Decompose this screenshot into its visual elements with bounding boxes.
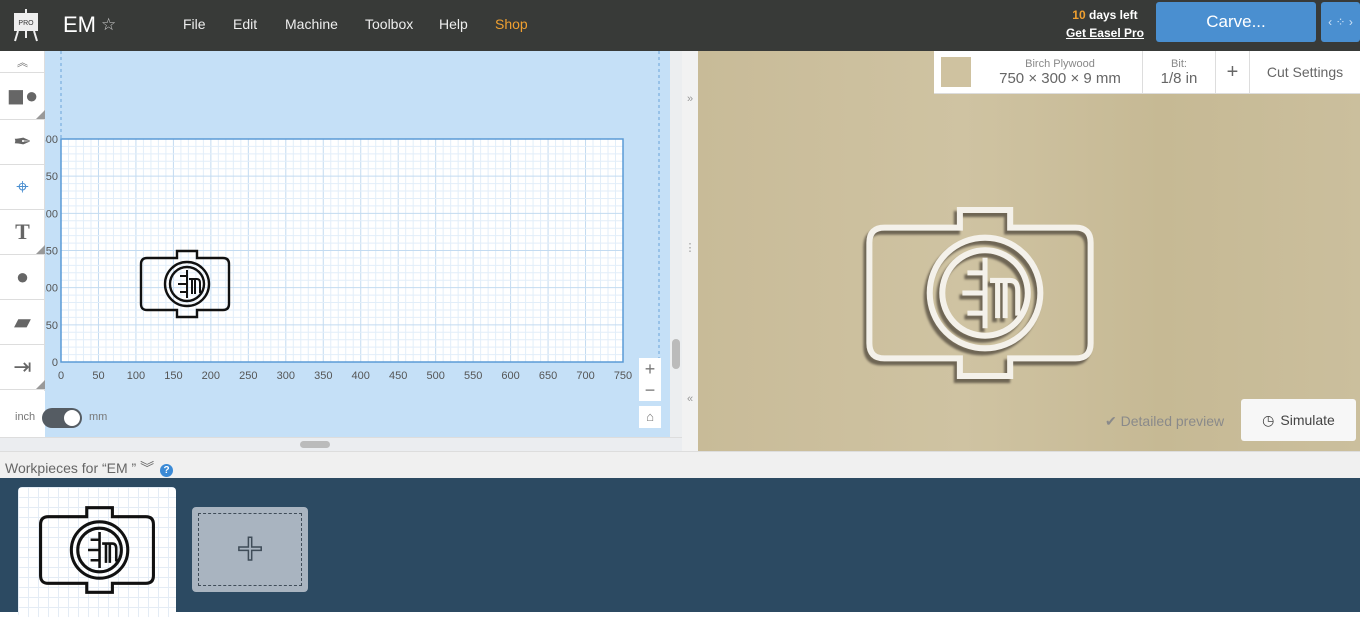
material-selector[interactable]: Birch Plywood 750 × 300 × 9 mm (978, 51, 1143, 93)
x-tick-label: 300 (277, 370, 295, 382)
menu-help[interactable]: Help (439, 16, 468, 32)
machine-jog-button[interactable]: ‹ ⁘ › (1321, 2, 1360, 42)
zoom-out-button[interactable]: − (639, 379, 661, 401)
material-bar: Birch Plywood 750 × 300 × 9 mm Bit: 1/8 in… (934, 51, 1360, 94)
material-swatch[interactable] (934, 51, 978, 93)
arrows-icon: ‹ ⁘ › (1328, 15, 1353, 29)
em-logo-design[interactable] (139, 249, 231, 319)
em-logo-preview (864, 205, 1096, 381)
x-tick-label: 100 (127, 370, 145, 382)
target-icon[interactable]: ⌖ (0, 165, 45, 210)
scroll-thumb[interactable] (300, 441, 330, 448)
unit-toggle[interactable] (42, 408, 82, 428)
trial-suffix: days left (1085, 8, 1138, 22)
x-tick-label: 400 (352, 370, 370, 382)
detailed-preview-toggle[interactable]: ✔ Detailed preview (1105, 413, 1224, 430)
design-grid[interactable]: 0 50 100 150 200 250 300 350 400 450 500 550 600 650 7… (45, 51, 670, 437)
text-icon[interactable]: T (0, 210, 45, 255)
detailed-preview-label: Detailed preview (1120, 413, 1225, 429)
workpieces-header: Workpieces for “EM ” ︾? (0, 451, 1360, 478)
expand-right-icon[interactable]: » (682, 93, 698, 105)
star-icon[interactable]: ☆ (101, 15, 116, 35)
trial-status: 10 days left (1060, 8, 1150, 22)
x-tick-label: 700 (576, 370, 594, 382)
x-tick-label: 650 (539, 370, 557, 382)
clock-icon: ◷ (1262, 411, 1275, 428)
tool-sidebar: ︽ ◼● ✒ ⌖ T ● ▰ ⇥ (0, 51, 45, 391)
carve-button[interactable]: Carve... (1156, 2, 1316, 42)
drag-handle-icon[interactable]: ⋮ (682, 241, 698, 254)
workpiece-thumbnail[interactable] (18, 487, 176, 617)
get-easel-pro-link[interactable]: Get Easel Pro (1060, 26, 1150, 40)
panel-divider[interactable]: » ⋮ « (682, 51, 698, 451)
trial-days: 10 (1072, 8, 1086, 22)
x-tick-label: 150 (164, 370, 182, 382)
menu-shop[interactable]: Shop (495, 16, 528, 32)
x-tick-label: 750 (614, 370, 632, 382)
menu-toolbox[interactable]: Toolbox (365, 16, 413, 32)
unit-label-mm: mm (89, 411, 108, 423)
lego-brick-icon[interactable]: ▰ (0, 300, 45, 345)
bit-selector[interactable]: Bit: 1/8 in (1143, 51, 1216, 93)
design-canvas-area[interactable]: 0 50 100 150 200 250 300 350 400 450 500 550 600 650 7… (15, 51, 670, 437)
simulate-label: Simulate (1280, 412, 1335, 428)
help-icon[interactable]: ? (160, 464, 174, 477)
chevron-down-icon[interactable]: ︾ (140, 460, 154, 476)
material-name: Birch Plywood (1025, 57, 1095, 70)
menu-file[interactable]: File (183, 16, 206, 32)
y-tick-label: 300 (45, 134, 58, 146)
menu-edit[interactable]: Edit (233, 16, 257, 32)
scroll-thumb[interactable] (672, 339, 680, 369)
x-tick-label: 450 (389, 370, 407, 382)
y-tick-label: 150 (45, 246, 58, 258)
cut-settings-button[interactable]: Cut Settings (1250, 51, 1360, 93)
project-title[interactable]: EM (63, 12, 96, 38)
x-tick-label: 50 (92, 370, 104, 382)
x-tick-label: 200 (202, 370, 220, 382)
y-tick-label: 50 (46, 320, 58, 332)
home-icon[interactable]: ⌂ (639, 406, 661, 428)
easel-pro-logo[interactable]: PRO (12, 8, 40, 42)
bit-value: 1/8 in (1160, 69, 1198, 87)
menu-machine[interactable]: Machine (285, 16, 338, 32)
unit-label-inch: inch (15, 411, 36, 423)
simulate-button[interactable]: ◷ Simulate (1241, 399, 1356, 441)
em-logo-thumbnail (38, 505, 156, 595)
material-size: 750 × 300 × 9 mm (999, 69, 1121, 87)
collapse-toolbar-icon[interactable]: ︽ (0, 51, 45, 73)
horizontal-scrollbar[interactable] (0, 437, 682, 451)
x-tick-label: 250 (239, 370, 257, 382)
y-tick-label: 0 (52, 357, 58, 369)
add-bit-button[interactable]: + (1216, 51, 1250, 93)
expand-left-icon[interactable]: « (682, 393, 698, 405)
x-tick-label: 500 (426, 370, 444, 382)
vertical-scrollbar[interactable] (670, 51, 682, 437)
apple-icon[interactable]: ● (0, 255, 45, 300)
y-tick-label: 250 (45, 171, 58, 183)
add-workpiece-button[interactable]: + (192, 507, 308, 592)
workpieces-panel: + (0, 478, 1360, 617)
zoom-in-button[interactable]: + (639, 358, 661, 380)
workpieces-label: Workpieces for “EM ” (5, 460, 137, 476)
bit-label: Bit: (1171, 57, 1187, 70)
plus-icon: + (236, 522, 264, 574)
x-tick-label: 0 (58, 370, 64, 382)
import-icon[interactable]: ⇥ (0, 345, 45, 390)
pen-icon[interactable]: ✒ (0, 120, 45, 165)
top-bar: PRO EM ☆ File Edit Machine Toolbox Help … (0, 0, 1360, 51)
check-icon: ✔ (1105, 413, 1121, 429)
x-tick-label: 350 (314, 370, 332, 382)
shapes-icon[interactable]: ◼● (0, 73, 45, 120)
x-tick-label: 600 (501, 370, 519, 382)
y-tick-label: 100 (45, 283, 58, 295)
carve-preview (698, 51, 1360, 451)
x-tick-label: 550 (464, 370, 482, 382)
y-tick-label: 200 (45, 208, 58, 220)
svg-text:PRO: PRO (18, 20, 34, 27)
